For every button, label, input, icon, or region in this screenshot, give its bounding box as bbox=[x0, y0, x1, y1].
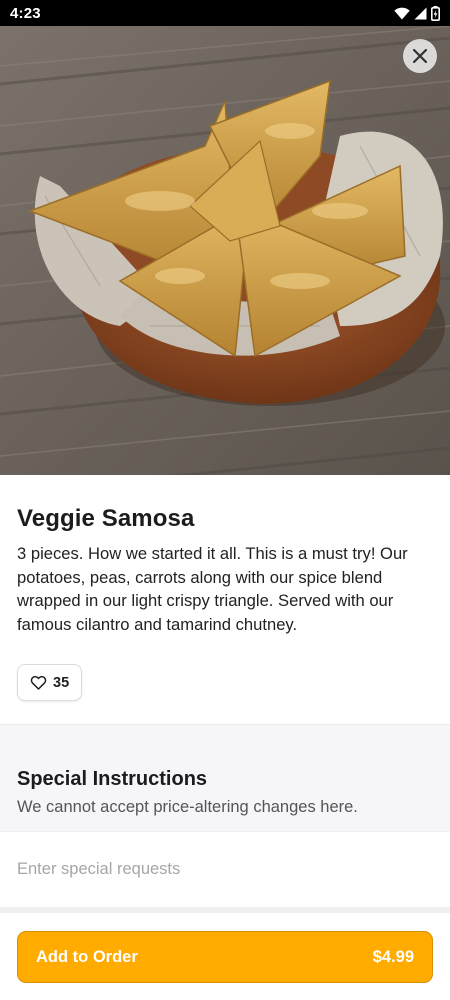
status-bar: 4:23 bbox=[0, 0, 450, 26]
heart-icon bbox=[30, 675, 47, 690]
instructions-subtitle: We cannot accept price-altering changes … bbox=[17, 798, 358, 816]
like-count: 35 bbox=[53, 674, 70, 691]
special-requests-input[interactable] bbox=[0, 831, 450, 907]
instructions-title: Special Instructions bbox=[17, 768, 208, 790]
order-price: $4.99 bbox=[372, 947, 414, 966]
status-icons bbox=[394, 5, 440, 21]
special-instructions-section: Special Instructions We cannot accept pr… bbox=[0, 724, 450, 831]
item-title: Veggie Samosa bbox=[17, 505, 195, 532]
footer: Add to Order $4.99 bbox=[0, 913, 450, 1000]
close-icon bbox=[413, 49, 427, 63]
hero-image bbox=[0, 26, 450, 475]
item-details: Veggie Samosa 3 pieces. How we started i… bbox=[0, 475, 450, 701]
wifi-icon bbox=[394, 7, 410, 19]
close-button[interactable] bbox=[403, 39, 437, 73]
samosa-photo bbox=[0, 26, 450, 475]
signal-icon bbox=[414, 7, 427, 19]
add-to-order-label: Add to Order bbox=[36, 947, 138, 966]
status-time: 4:23 bbox=[10, 4, 41, 22]
add-to-order-button[interactable]: Add to Order $4.99 bbox=[17, 931, 433, 983]
like-button[interactable]: 35 bbox=[17, 664, 83, 701]
item-description: 3 pieces. How we started it all. This is… bbox=[17, 544, 408, 634]
battery-icon bbox=[431, 5, 440, 21]
